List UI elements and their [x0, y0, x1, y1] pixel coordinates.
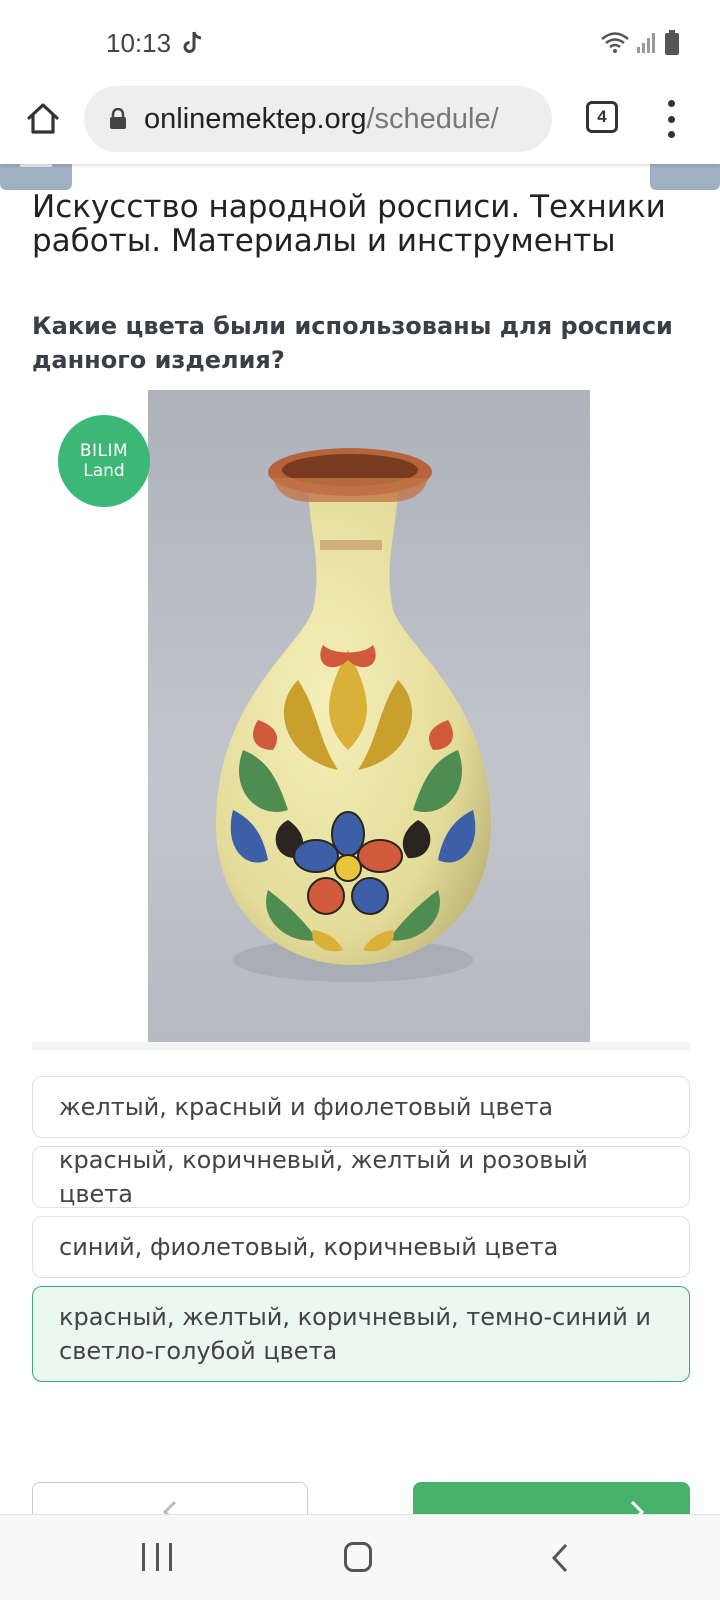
menu-dot [667, 115, 675, 123]
url-path: /schedule/ [366, 102, 499, 135]
home-nav-button[interactable] [344, 1542, 372, 1572]
home-icon [27, 103, 59, 134]
answer-option[interactable]: синий, фиолетовый, коричневый цвета [32, 1216, 690, 1278]
recents-icon-bar [155, 1543, 159, 1571]
home-button[interactable] [20, 96, 66, 142]
recents-icon-bar [169, 1543, 172, 1571]
answer-option[interactable]: желтый, красный и фиолетовый цвета [32, 1076, 690, 1138]
wifi-icon [601, 32, 629, 53]
divider [32, 1042, 690, 1050]
answer-option-label: красный, коричневый, желтый и розовый цв… [59, 1146, 588, 1208]
logo-line2: Land [83, 461, 125, 481]
battery-icon [665, 30, 679, 55]
answer-option-label: желтый, красный и фиолетовый цвета [59, 1093, 554, 1121]
status-bar: 10:13 [0, 0, 720, 86]
overflow-menu-button[interactable] [656, 96, 686, 142]
status-time: 10:13 [106, 28, 172, 58]
menu-dot [667, 100, 675, 107]
address-bar[interactable]: onlinemektep.org/schedule/ [84, 86, 552, 152]
logo-line1: BILIM [79, 441, 129, 461]
answer-option-selected[interactable]: красный, желтый, коричневый, темно-синий… [32, 1286, 690, 1382]
tab-switcher-button[interactable]: 4 [586, 101, 618, 133]
page-menu-tab[interactable] [0, 160, 72, 190]
url-text: onlinemektep.org/schedule/ [144, 103, 499, 136]
browser-toolbar: onlinemektep.org/schedule/ 4 [0, 86, 720, 164]
signal-icon [637, 33, 655, 53]
url-host: onlinemektep.org [144, 102, 367, 135]
back-button[interactable] [548, 1541, 572, 1575]
page-close-tab[interactable] [650, 160, 720, 190]
answer-option-label: красный, желтый, коричневый, темно-синий… [59, 1303, 652, 1365]
recents-button[interactable] [142, 1543, 172, 1571]
answer-option[interactable]: красный, коричневый, желтый и розовый цв… [32, 1146, 690, 1208]
lesson-title: Искусство народной росписи. Техники рабо… [32, 189, 666, 259]
bilimland-logo: BILIM Land [58, 415, 150, 507]
question-text: Какие цвета были использованы для роспис… [32, 312, 673, 374]
recents-icon-bar [142, 1543, 145, 1571]
system-nav-bar [0, 1514, 720, 1600]
question-image [148, 390, 590, 1042]
lock-icon [108, 107, 128, 131]
menu-dot [667, 131, 675, 138]
tiktok-icon [183, 31, 202, 53]
answer-option-label: синий, фиолетовый, коричневый цвета [59, 1233, 559, 1261]
